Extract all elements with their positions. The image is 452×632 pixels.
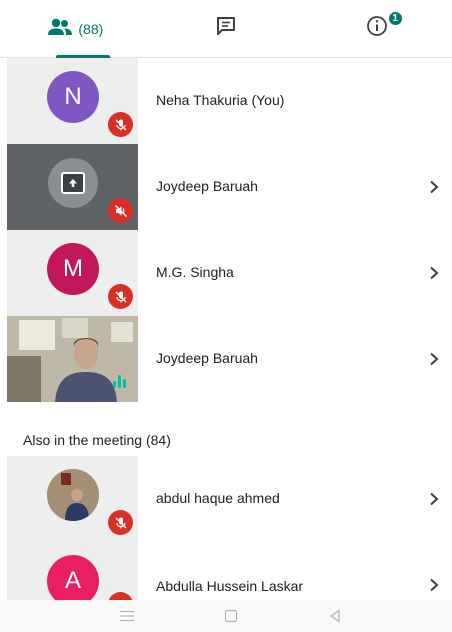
- info-icon: [366, 15, 388, 42]
- chevron-right-icon[interactable]: [427, 352, 441, 366]
- mic-off-icon: [108, 284, 133, 309]
- participant-name: Joydeep Baruah: [156, 350, 258, 366]
- participant-row[interactable]: Joydeep Baruah: [0, 316, 452, 402]
- system-nav-bar: [0, 600, 452, 632]
- participant-name: Neha Thakuria (You): [156, 92, 285, 108]
- tab-info[interactable]: [301, 0, 452, 57]
- mic-off-icon: [108, 592, 133, 600]
- chat-icon: [215, 15, 237, 42]
- chevron-right-icon[interactable]: [427, 492, 441, 506]
- chevron-right-icon[interactable]: [427, 180, 441, 194]
- people-icon: [47, 18, 73, 39]
- participant-row[interactable]: N Neha Thakuria (You): [0, 58, 452, 144]
- speaker-off-icon: [108, 198, 133, 223]
- tab-chat[interactable]: 1: [151, 0, 403, 57]
- avatar-letter: N: [64, 83, 82, 110]
- avatar: M: [47, 243, 99, 295]
- mic-off-icon: [108, 510, 133, 535]
- participant-row[interactable]: A Abdulla Hussein Laskar: [0, 542, 452, 600]
- avatar: A: [47, 555, 99, 600]
- participant-tile: [7, 144, 138, 230]
- participant-tile: N: [7, 58, 138, 144]
- participant-row[interactable]: Joydeep Baruah: [0, 144, 452, 230]
- participant-name: Abdulla Hussein Laskar: [156, 578, 304, 594]
- speaking-indicator-icon: [113, 374, 126, 388]
- mic-off-icon: [108, 112, 133, 137]
- present-screen-icon: [61, 172, 85, 194]
- avatar-photo: [47, 469, 99, 521]
- participant-row[interactable]: M M.G. Singha: [0, 230, 452, 316]
- participant-count: (88): [78, 20, 104, 37]
- participants-tab-bar: (88) 1: [0, 0, 452, 58]
- avatar: N: [47, 71, 99, 123]
- participant-row[interactable]: abdul haque ahmed: [0, 456, 452, 542]
- participant-tile: M: [7, 230, 138, 316]
- tab-people[interactable]: (88): [0, 0, 151, 58]
- chevron-right-icon[interactable]: [427, 578, 441, 592]
- participant-name: Joydeep Baruah: [156, 178, 258, 194]
- participant-name: abdul haque ahmed: [156, 490, 280, 506]
- home-icon[interactable]: [222, 608, 240, 624]
- also-in-meeting-heading: Also in the meeting (84): [23, 432, 171, 448]
- menu-icon[interactable]: [118, 608, 136, 624]
- back-icon[interactable]: [326, 608, 344, 624]
- chevron-right-icon[interactable]: [427, 266, 441, 280]
- participant-tile: [7, 456, 138, 542]
- participant-video-tile: [7, 316, 138, 402]
- video-feed: [7, 316, 138, 402]
- participant-name: M.G. Singha: [156, 264, 234, 280]
- participant-tile: A: [7, 542, 138, 600]
- avatar-letter: M: [63, 255, 83, 282]
- avatar-letter: A: [64, 567, 81, 594]
